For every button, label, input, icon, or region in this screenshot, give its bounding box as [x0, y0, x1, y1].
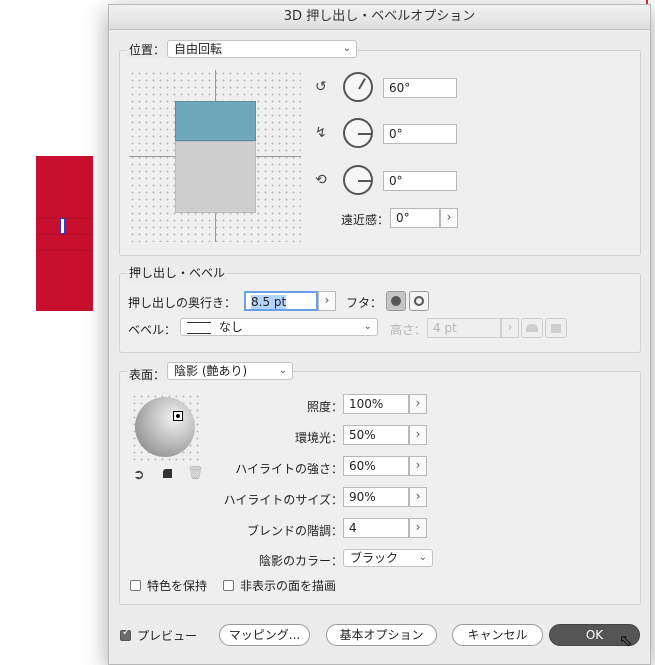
bevel-in-icon — [551, 324, 561, 333]
extrude-depth-value: 8.5 pt — [251, 295, 287, 309]
x-axis-rotation-icon: ↺ — [315, 79, 327, 95]
shading-color-label: 陰影のカラー： — [258, 554, 343, 568]
move-light-back-icon[interactable]: ➲ — [133, 467, 145, 483]
light-source-handle[interactable] — [173, 411, 183, 421]
position-preset-dropdown[interactable]: 自由回転 ⌄ — [167, 40, 357, 58]
perspective-label: 遠近感： — [341, 213, 390, 227]
preserve-spot-label: 特色を保持 — [147, 579, 208, 593]
bevel-height-label: 高さ： — [390, 323, 427, 337]
blend-steps-stepper[interactable]: › — [409, 518, 427, 538]
highlight-size-stepper[interactable]: › — [409, 487, 427, 507]
extrude-bevel-dialog: 3D 押し出し・ベベルオプション 位置： 自由回転 ⌄ ↺ 60° ↯ 0° ⟲… — [108, 4, 651, 665]
surface-label: 表面： — [127, 366, 168, 383]
highlight-intensity-stepper[interactable]: › — [409, 456, 427, 476]
chevron-down-icon: ⌄ — [278, 365, 287, 376]
highlight-intensity-label: ハイライトの強さ： — [235, 462, 343, 476]
bevel-value: なし — [218, 320, 243, 334]
x-rotation-field[interactable]: 60° — [383, 78, 457, 98]
cap-on-icon — [391, 296, 401, 306]
position-label: 位置： — [127, 41, 168, 58]
z-axis-rotation-icon: ⟲ — [315, 172, 327, 188]
light-intensity-field[interactable]: 100% — [343, 394, 409, 414]
position-preset-value: 自由回転 — [174, 42, 223, 56]
chevron-down-icon: ⌄ — [342, 43, 351, 54]
ambient-light-stepper[interactable]: › — [409, 425, 427, 445]
ambient-light-field[interactable]: 50% — [343, 425, 409, 445]
mapping-button[interactable]: マッピング... — [219, 624, 310, 646]
chevron-down-icon: ⌄ — [363, 321, 372, 332]
lighting-sphere[interactable] — [135, 397, 195, 457]
x-rotation-dial[interactable] — [343, 72, 373, 102]
cube-top-face[interactable] — [175, 101, 256, 141]
dialog-title: 3D 押し出し・ベベルオプション — [109, 5, 650, 30]
extrude-bevel-group — [119, 273, 641, 353]
cube-front-face[interactable] — [175, 141, 256, 213]
cap-off-icon — [414, 296, 424, 306]
extrude-depth-field[interactable]: 8.5 pt — [244, 291, 318, 311]
y-axis-rotation-icon: ↯ — [315, 125, 327, 141]
cap-off-button[interactable] — [409, 291, 429, 311]
checkmark-icon: ✓ — [122, 627, 131, 638]
perspective-stepper[interactable]: › — [440, 208, 458, 228]
z-rotation-dial[interactable] — [343, 165, 373, 195]
preview-label: プレビュー — [137, 629, 198, 643]
extrude-bevel-label: 押し出し・ベベル — [127, 264, 228, 281]
bevel-height-stepper: › — [501, 318, 519, 338]
bevel-dropdown[interactable]: なし ⌄ — [180, 318, 378, 336]
draw-hidden-faces-checkbox[interactable] — [223, 580, 234, 591]
bevel-height-field: 4 pt — [427, 318, 501, 338]
bevel-out-icon — [526, 324, 538, 332]
extrude-depth-label: 押し出しの奥行き： — [128, 296, 237, 310]
bevel-in-button — [545, 318, 567, 338]
delete-light-icon: 🗑 — [187, 466, 204, 481]
chevron-down-icon: ⌄ — [418, 552, 427, 563]
bevel-label: ベベル： — [128, 323, 177, 337]
shading-color-dropdown[interactable]: ブラック ⌄ — [343, 549, 433, 567]
mouse-cursor-icon: ⬁ — [619, 631, 633, 650]
highlight-size-label: ハイライトのサイズ： — [223, 493, 343, 507]
draw-hidden-faces-label: 非表示の面を描画 — [240, 579, 337, 593]
blend-steps-field[interactable]: 4 — [343, 518, 409, 538]
bevel-shape-icon — [187, 321, 211, 334]
preserve-spot-checkbox[interactable] — [130, 580, 141, 591]
cap-label: フタ： — [346, 296, 383, 310]
ambient-light-label: 環境光： — [294, 431, 343, 445]
bevel-out-button — [521, 318, 543, 338]
selection-anchor-handle[interactable] — [60, 218, 65, 234]
z-rotation-field[interactable]: 0° — [383, 171, 457, 191]
perspective-field[interactable]: 0° — [390, 208, 440, 228]
basic-options-button[interactable]: 基本オプション — [326, 624, 437, 646]
light-intensity-stepper[interactable]: › — [409, 394, 427, 414]
surface-type-value: 陰影 (艶あり) — [174, 364, 248, 378]
highlight-intensity-field[interactable]: 60% — [343, 456, 409, 476]
preview-checkbox[interactable]: ✓ — [120, 627, 131, 641]
surface-type-dropdown[interactable]: 陰影 (艶あり) ⌄ — [167, 362, 293, 380]
extrude-depth-stepper[interactable]: › — [318, 291, 336, 311]
light-intensity-label: 照度： — [306, 400, 343, 414]
blend-steps-label: ブレンドの階調： — [246, 524, 343, 538]
shading-color-value: ブラック — [350, 551, 399, 565]
new-light-icon[interactable] — [163, 469, 172, 478]
cap-on-button[interactable] — [386, 291, 406, 311]
highlight-size-field[interactable]: 90% — [343, 487, 409, 507]
cancel-button[interactable]: キャンセル — [452, 624, 543, 646]
y-rotation-field[interactable]: 0° — [383, 124, 457, 144]
y-rotation-dial[interactable] — [343, 118, 373, 148]
